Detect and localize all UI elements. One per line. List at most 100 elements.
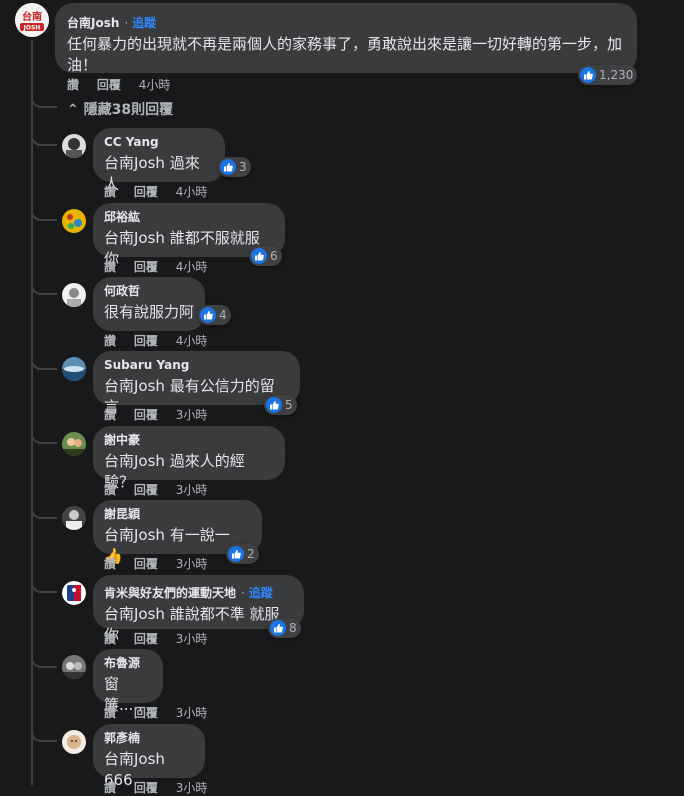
avatar[interactable] xyxy=(62,730,86,754)
reply-bubble: CC Yang 台南Josh 過來人 xyxy=(93,128,225,193)
thread-branch xyxy=(31,728,57,742)
like-link[interactable]: 讚 xyxy=(104,557,116,571)
comment-author[interactable]: 邱裕紘 xyxy=(104,210,274,225)
like-link[interactable]: 讚 xyxy=(104,260,116,274)
comment-author[interactable]: CC Yang xyxy=(104,135,214,150)
reaction-count: 2 xyxy=(247,547,255,561)
reply-link[interactable]: 回覆 xyxy=(134,781,158,795)
comment-author[interactable]: Subaru Yang xyxy=(104,358,289,373)
reaction-count: 4 xyxy=(219,308,227,322)
comment-actions: 讚 回覆 4小時 xyxy=(104,183,221,200)
reaction-count: 3 xyxy=(239,160,247,174)
avatar[interactable] xyxy=(62,506,86,530)
thumbs-up-icon xyxy=(200,307,216,323)
timestamp[interactable]: 4小時 xyxy=(139,78,171,92)
svg-text:台南: 台南 xyxy=(22,10,42,23)
timestamp[interactable]: 3小時 xyxy=(176,632,208,646)
comment-actions: 讚 回覆 4小時 xyxy=(104,332,221,349)
top-comment-bubble: 台南Josh · 追蹤 任何暴力的出現就不再是兩個人的家務事了，勇敢說出來是讓一… xyxy=(55,3,637,74)
svg-text:JOSH: JOSH xyxy=(23,25,41,32)
comment-author[interactable]: 肯米與好友們的運動天地 xyxy=(104,586,236,600)
avatar[interactable] xyxy=(62,581,86,605)
reply-link[interactable]: 回覆 xyxy=(134,185,158,199)
timestamp[interactable]: 3小時 xyxy=(176,557,208,571)
separator-dot: · xyxy=(241,586,249,600)
avatar[interactable] xyxy=(62,357,86,381)
comment-actions: 讚 回覆 4小時 xyxy=(67,76,184,93)
comment-actions: 讚 回覆 3小時 xyxy=(104,704,221,721)
avatar[interactable]: 台南 JOSH xyxy=(15,3,49,37)
reaction-count: 6 xyxy=(270,249,278,263)
comment-text: 很有說服力阿 xyxy=(104,303,195,321)
comment-actions: 讚 回覆 4小時 xyxy=(104,258,221,275)
like-link[interactable]: 讚 xyxy=(104,483,116,497)
reply-bubble: 何政哲 很有說服力阿 xyxy=(93,277,205,331)
comment-author[interactable]: 謝中豪 xyxy=(104,433,274,448)
reaction-summary[interactable]: 8 xyxy=(268,618,301,638)
thread-branch xyxy=(31,207,57,221)
like-link[interactable]: 讚 xyxy=(104,781,116,795)
reply-link[interactable]: 回覆 xyxy=(134,408,158,422)
separator-dot: · xyxy=(124,16,133,30)
reaction-summary[interactable]: 6 xyxy=(249,246,282,266)
reaction-summary[interactable]: 3 xyxy=(218,157,251,177)
reply-link[interactable]: 回覆 xyxy=(134,632,158,646)
timestamp[interactable]: 4小時 xyxy=(176,260,208,274)
follow-link[interactable]: 追蹤 xyxy=(249,586,273,600)
reaction-count: 1,230 xyxy=(599,68,634,82)
reply-bubble: 謝中豪 台南Josh 過來人的經驗？ xyxy=(93,426,285,491)
comment-author[interactable]: 台南Josh xyxy=(67,16,119,30)
like-link[interactable]: 讚 xyxy=(104,408,116,422)
thread-branch xyxy=(31,281,57,295)
reply-link[interactable]: 回覆 xyxy=(134,334,158,348)
reaction-count: 5 xyxy=(285,398,293,412)
comment-actions: 讚 回覆 3小時 xyxy=(104,630,221,647)
thread-branch xyxy=(31,356,57,370)
comment-actions: 讚 回覆 3小時 xyxy=(104,481,221,498)
comment-author[interactable]: 何政哲 xyxy=(104,284,194,299)
timestamp[interactable]: 4小時 xyxy=(176,185,208,199)
reaction-summary[interactable]: 2 xyxy=(226,544,259,564)
comment-author[interactable]: 郭彥楠 xyxy=(104,731,194,746)
timestamp[interactable]: 3小時 xyxy=(176,483,208,497)
comment-actions: 讚 回覆 3小時 xyxy=(104,406,221,423)
timestamp[interactable]: 3小時 xyxy=(176,706,208,720)
thumbs-up-icon xyxy=(228,546,244,562)
like-link[interactable]: 讚 xyxy=(104,334,116,348)
reply-link[interactable]: 回覆 xyxy=(134,260,158,274)
reaction-count: 8 xyxy=(289,621,297,635)
hide-replies-toggle[interactable]: ⌃ 隱藏38則回覆 xyxy=(67,99,173,119)
thread-branch xyxy=(31,132,57,146)
reply-link[interactable]: 回覆 xyxy=(97,78,121,92)
reply-link[interactable]: 回覆 xyxy=(134,706,158,720)
hide-replies-label: 隱藏38則回覆 xyxy=(83,102,174,118)
avatar[interactable] xyxy=(62,432,86,456)
like-link[interactable]: 讚 xyxy=(104,706,116,720)
avatar[interactable] xyxy=(62,283,86,307)
thread-branch xyxy=(31,505,57,519)
thread-line xyxy=(31,40,33,785)
thumbs-up-icon xyxy=(220,159,236,175)
timestamp[interactable]: 3小時 xyxy=(176,408,208,422)
like-link[interactable]: 讚 xyxy=(104,185,116,199)
reaction-summary[interactable]: 1,230 xyxy=(578,65,638,85)
comment-text: 任何暴力的出現就不再是兩個人的家務事了，勇敢說出來是讓一切好轉的第一步，加油！ xyxy=(67,35,623,74)
like-link[interactable]: 讚 xyxy=(67,78,79,92)
like-link[interactable]: 讚 xyxy=(104,632,116,646)
follow-link[interactable]: 追蹤 xyxy=(132,16,156,30)
avatar[interactable] xyxy=(62,134,86,158)
reply-link[interactable]: 回覆 xyxy=(134,483,158,497)
channel-logo: 台南 JOSH xyxy=(15,3,49,37)
thumbs-up-icon xyxy=(580,67,596,83)
reaction-summary[interactable]: 5 xyxy=(264,395,297,415)
thumbs-up-icon xyxy=(266,397,282,413)
avatar[interactable] xyxy=(62,655,86,679)
timestamp[interactable]: 4小時 xyxy=(176,334,208,348)
avatar[interactable] xyxy=(62,209,86,233)
reaction-summary[interactable]: 4 xyxy=(198,305,231,325)
comment-author[interactable]: 布魯源 xyxy=(104,656,152,671)
thread-branch xyxy=(31,430,57,444)
comment-author[interactable]: 謝昆穎 xyxy=(104,507,251,522)
timestamp[interactable]: 3小時 xyxy=(176,781,208,795)
reply-link[interactable]: 回覆 xyxy=(134,557,158,571)
